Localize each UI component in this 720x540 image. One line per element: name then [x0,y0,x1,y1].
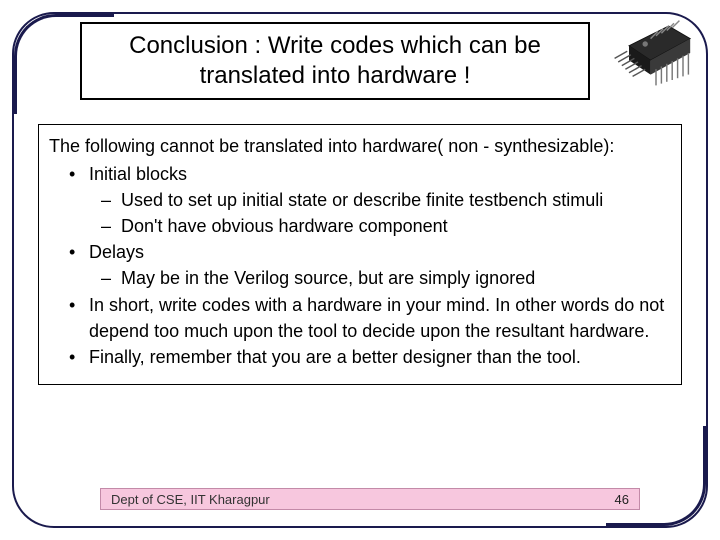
bullet-item: Delays [49,239,671,265]
bullet-text: Finally, remember that you are a better … [89,347,581,367]
bullet-text: In short, write codes with a hardware in… [89,295,664,341]
sub-bullet-item: Used to set up initial state or describe… [49,187,671,213]
slide-title: Conclusion : Write codes which can be tr… [100,31,570,91]
content-box: The following cannot be translated into … [38,124,682,385]
title-box: Conclusion : Write codes which can be tr… [80,22,590,100]
bullet-item: Finally, remember that you are a better … [49,344,671,370]
bullet-text: Delays [89,242,144,262]
corner-accent-br [606,426,706,526]
content-lead: The following cannot be translated into … [49,133,671,159]
bullet-item: Initial blocks [49,161,671,187]
slide: Conclusion : Write codes which can be tr… [0,0,720,540]
page-number: 46 [615,492,629,507]
chip-illustration [592,8,702,98]
sub-bullet-text: May be in the Verilog source, but are si… [121,268,535,288]
bullet-item: In short, write codes with a hardware in… [49,292,671,344]
sub-bullet-item: May be in the Verilog source, but are si… [49,265,671,291]
sub-bullet-text: Used to set up initial state or describe… [121,190,603,210]
sub-bullet-item: Don't have obvious hardware component [49,213,671,239]
microchip-icon [592,8,702,98]
sub-bullet-text: Don't have obvious hardware component [121,216,448,236]
bullet-text: Initial blocks [89,164,187,184]
footer-dept: Dept of CSE, IIT Kharagpur [111,492,270,507]
footer-bar: Dept of CSE, IIT Kharagpur 46 [100,488,640,510]
